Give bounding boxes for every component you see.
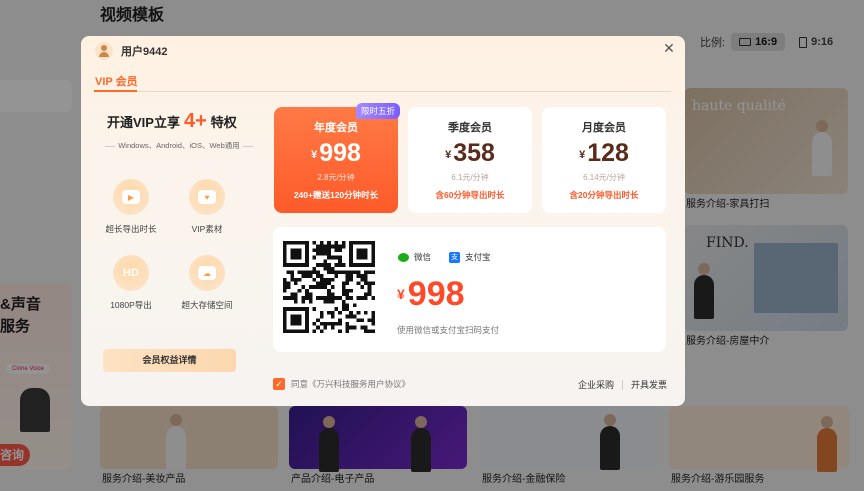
- alipay[interactable]: 支 支付宝: [449, 251, 491, 263]
- user-avatar-icon: [95, 42, 113, 60]
- plan-bonus: 240+赠送120分钟时长: [293, 190, 379, 200]
- benefits-details-button[interactable]: 会员权益详情: [103, 349, 236, 372]
- discount-badge: 限时五折: [355, 103, 400, 119]
- cloud-storage-icon: ☁: [189, 255, 225, 291]
- vip-dialog: 用户9442 ✕ VIP 会员 开通VIP立享 4+ 特权 Windows、An…: [81, 36, 685, 406]
- close-icon[interactable]: ✕: [661, 40, 677, 56]
- wechat-pay[interactable]: 微信: [398, 251, 431, 263]
- feature-vip-material: ♥ VIP素材: [172, 179, 242, 235]
- enterprise-purchase-link[interactable]: 企业采购: [578, 378, 614, 391]
- plan-rate: 2.8元/分钟: [317, 173, 355, 182]
- qr-code: [283, 241, 375, 333]
- payment-methods: 微信 支 支付宝: [398, 251, 491, 263]
- plan-quarterly[interactable]: 季度会员 ¥358 6.1元/分钟 含60分钟导出时长: [408, 107, 532, 213]
- material-icon: ♥: [189, 179, 225, 215]
- benefits-title: 开通VIP立享 4+ 特权: [107, 110, 237, 132]
- user-header: 用户9442: [95, 42, 167, 60]
- tab-divider: [94, 91, 671, 92]
- wechat-icon: [398, 252, 409, 262]
- feature-storage: ☁ 超大存储空间: [172, 255, 242, 311]
- divider: [621, 379, 623, 390]
- feature-1080p: HD 1080P导出: [96, 255, 166, 311]
- plan-name: 季度会员: [448, 122, 492, 134]
- payment-amount: ¥998: [397, 275, 465, 313]
- plan-price: ¥128: [579, 139, 629, 167]
- plan-bonus: 含20分钟导出时长: [569, 190, 639, 200]
- plan-name: 年度会员: [314, 122, 358, 134]
- plan-price: ¥998: [311, 139, 361, 167]
- agreement-link[interactable]: 同意《万兴科技服务用户协议》: [291, 378, 410, 390]
- feature-long-export: ▶ 超长导出时长: [96, 179, 166, 235]
- plan-rate: 6.14元/分钟: [583, 173, 625, 182]
- agreement: ✓ 同意《万兴科技服务用户协议》: [273, 378, 410, 390]
- hd-icon: HD: [113, 255, 149, 291]
- plan-name: 月度会员: [582, 122, 626, 134]
- alipay-icon: 支: [449, 251, 461, 263]
- plan-annual[interactable]: 限时五折 年度会员 ¥998 2.8元/分钟 240+赠送120分钟时长: [274, 103, 400, 213]
- payment-panel: 微信 支 支付宝 ¥998 使用微信或支付宝扫码支付: [273, 227, 666, 352]
- active-tab-indicator: [94, 90, 137, 92]
- plan-price: ¥358: [445, 139, 495, 167]
- agreement-checkbox[interactable]: ✓: [273, 378, 285, 390]
- plan-monthly[interactable]: 月度会员 ¥128 6.14元/分钟 含20分钟导出时长: [542, 107, 666, 213]
- footer-links: 企业采购 开具发票: [578, 378, 667, 391]
- plan-bonus: 含60分钟导出时长: [435, 190, 505, 200]
- tab-vip[interactable]: VIP 会员: [95, 73, 138, 89]
- invoice-link[interactable]: 开具发票: [631, 378, 667, 391]
- user-name: 用户9442: [121, 46, 168, 58]
- platforms-note: Windows、Android、iOS、Web通用: [99, 140, 259, 151]
- video-icon: ▶: [113, 179, 149, 215]
- plan-rate: 6.1元/分钟: [451, 173, 489, 182]
- payment-hint: 使用微信或支付宝扫码支付: [397, 325, 500, 335]
- benefit-count: 4+: [183, 110, 207, 132]
